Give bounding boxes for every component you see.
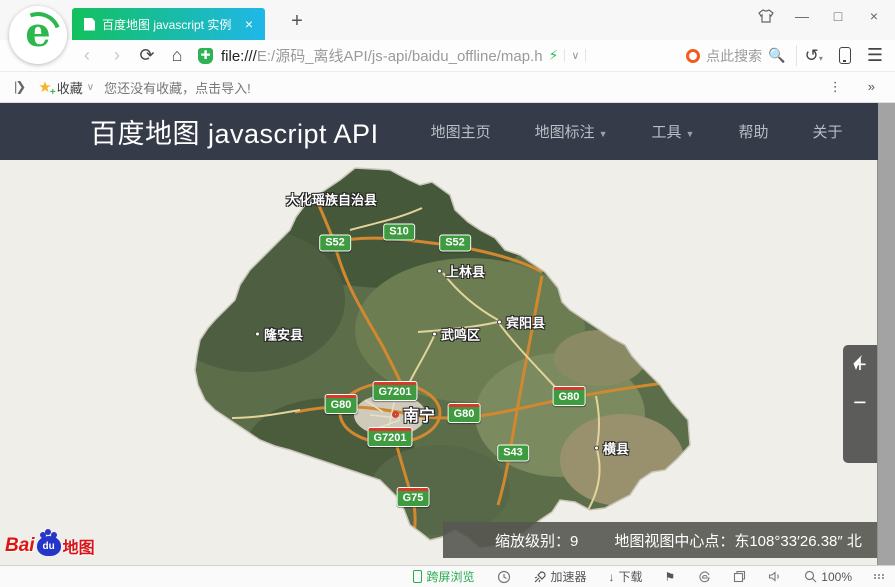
download-button[interactable]: ↓ 下载 [609, 568, 643, 585]
city-label: 南宁 [392, 402, 435, 426]
road-shield: G7201 [367, 427, 412, 447]
speaker-icon[interactable] [768, 570, 782, 583]
map-center-text: 地图视图中心点：东108°33′26.38″ 北 [614, 530, 862, 551]
caret-down-icon: ▼ [686, 129, 695, 139]
road-shield: S52 [319, 235, 351, 252]
browser-logo[interactable]: e [9, 6, 67, 64]
accelerator-button[interactable]: 加速器 [533, 568, 587, 585]
search-icon[interactable]: 🔍 [768, 47, 785, 64]
map-zoom-control: + − [843, 345, 877, 463]
tab-title: 百度地图 javascript 实例 [102, 16, 241, 33]
road-shield: G80 [448, 403, 481, 423]
forward-button[interactable]: › [102, 45, 132, 66]
map-info-bar: 缩放级别：9 地图视图中心点：东108°33′26.38″ 北 [443, 522, 878, 558]
minimize-button[interactable]: — [791, 8, 813, 24]
sidebar-toggle-icon[interactable]: |❯ [14, 79, 24, 95]
menu-icon[interactable]: ☰ [867, 45, 883, 66]
city-label: 隆安县 [255, 325, 303, 344]
pan-locate-icon[interactable] [843, 351, 865, 373]
favorites-dropdown-icon[interactable]: ∨ [87, 82, 94, 93]
site-nav: 地图主页 地图标注▼ 工具▼ 帮助 关于 [431, 121, 843, 142]
download-arrow-icon: ↓ [609, 570, 615, 584]
nav-map-marker[interactable]: 地图标注▼ [535, 121, 608, 142]
bookmarks-overflow-icon[interactable]: » [868, 79, 875, 95]
new-tab-button[interactable]: + [284, 8, 310, 34]
search-engine-icon [686, 49, 700, 63]
favorites-star-icon: ★+ [38, 78, 51, 96]
resize-grip[interactable] [874, 574, 885, 579]
ie-mode-icon[interactable] [697, 570, 711, 584]
bookmarks-hint[interactable]: 您还没有收藏，点击导入! [104, 78, 251, 97]
url-text[interactable]: file:///E:/源码_离线API/js-api/baidu_offline… [221, 45, 543, 66]
flag-icon[interactable]: ⚑ [665, 570, 676, 584]
road-shield: S43 [497, 445, 529, 462]
road-shield: S10 [383, 224, 415, 241]
zoom-out-button[interactable]: − [843, 383, 877, 421]
tab-bar: 百度地图 javascript 实例 × + — □ × [0, 0, 895, 40]
city-label: 宾阳县 [497, 313, 545, 332]
site-header: 百度地图 javascript API 地图主页 地图标注▼ 工具▼ 帮助 关于 [0, 103, 878, 160]
lightning-icon[interactable]: ⚡ [549, 47, 559, 64]
security-shield-icon: ✚ [198, 48, 213, 64]
tab-close-icon[interactable]: × [241, 16, 257, 32]
recent-undo-button[interactable]: ↺▾ [805, 46, 823, 66]
url-dropdown-icon[interactable]: ∨ [564, 49, 586, 62]
road-shield: G80 [325, 394, 358, 414]
zoom-level-text: 缩放级别：9 [495, 530, 578, 551]
favorites-label[interactable]: 收藏 [57, 78, 83, 97]
baidu-map-logo: Bai du 地图 [5, 532, 95, 560]
browser-status-bar: 跨屏浏览 加速器 ↓ 下载 ⚑ 100% [0, 565, 895, 587]
nav-about[interactable]: 关于 [812, 121, 842, 142]
toolbar-right: ↺▾ ☰ [796, 45, 895, 66]
back-button[interactable]: ‹ [72, 45, 102, 66]
reload-button[interactable]: ⟳ [132, 45, 162, 66]
close-button[interactable]: × [863, 8, 885, 24]
magnifier-icon [804, 570, 817, 583]
site-title: 百度地图 javascript API [90, 112, 379, 151]
bookmarks-bar: |❯ ★+ 收藏 ∨ 您还没有收藏，点击导入! ⋮ » [0, 72, 895, 103]
cross-screen-button[interactable]: 跨屏浏览 [413, 568, 474, 585]
browser-toolbar: ‹ › ⟳ ⌂ ✚ file:///E:/源码_离线API/js-api/bai… [0, 40, 895, 72]
caret-down-icon: ▼ [599, 129, 608, 139]
road-shield: G7201 [372, 381, 417, 401]
city-label: 大化瑶族自治县 [286, 190, 377, 209]
maximize-button[interactable]: □ [827, 8, 849, 24]
rocket-icon [533, 570, 547, 584]
map-marker-layer: S52 S10 S52 G7201 G80 G80 G80 G7201 S43 G75 大化瑶族自治… [0, 160, 877, 565]
address-bar[interactable]: ✚ file:///E:/源码_离线API/js-api/baidu_offli… [192, 45, 676, 66]
theme-icon[interactable] [755, 9, 777, 23]
restore-window-icon[interactable] [733, 570, 746, 583]
phone-icon [413, 570, 422, 583]
search-placeholder: 点此搜索 [706, 46, 762, 66]
mobile-sync-icon[interactable] [839, 47, 851, 64]
page-file-icon [84, 18, 95, 31]
window-controls: — □ × [755, 8, 885, 24]
city-label: 武鸣区 [432, 325, 480, 344]
search-box[interactable]: 点此搜索 🔍 [676, 46, 795, 66]
browser-window: 百度地图 javascript 实例 × + — □ × e ‹ › ⟳ ⌂ ✚… [0, 0, 895, 587]
page-scrollbar[interactable] [878, 103, 895, 565]
road-shield: G75 [397, 487, 430, 507]
road-shield: S52 [439, 235, 471, 252]
baidu-paw-icon: du [37, 536, 61, 556]
nav-tools[interactable]: 工具▼ [652, 121, 695, 142]
browser-tab[interactable]: 百度地图 javascript 实例 × [72, 8, 265, 40]
city-label: 上林县 [437, 262, 485, 281]
page-zoom-control[interactable]: 100% [804, 570, 852, 584]
nav-help[interactable]: 帮助 [738, 121, 768, 142]
map-canvas[interactable]: S52 S10 S52 G7201 G80 G80 G80 G7201 S43 G75 大化瑶族自治… [0, 160, 878, 565]
bookmarks-more-icon[interactable]: ⋮ [829, 79, 842, 95]
city-label: 横县 [594, 439, 629, 458]
home-button[interactable]: ⌂ [162, 45, 192, 66]
history-restore-icon[interactable] [497, 570, 511, 584]
nav-map-home[interactable]: 地图主页 [431, 121, 491, 142]
logo-e: e [25, 13, 50, 53]
road-shield: G80 [553, 386, 586, 406]
